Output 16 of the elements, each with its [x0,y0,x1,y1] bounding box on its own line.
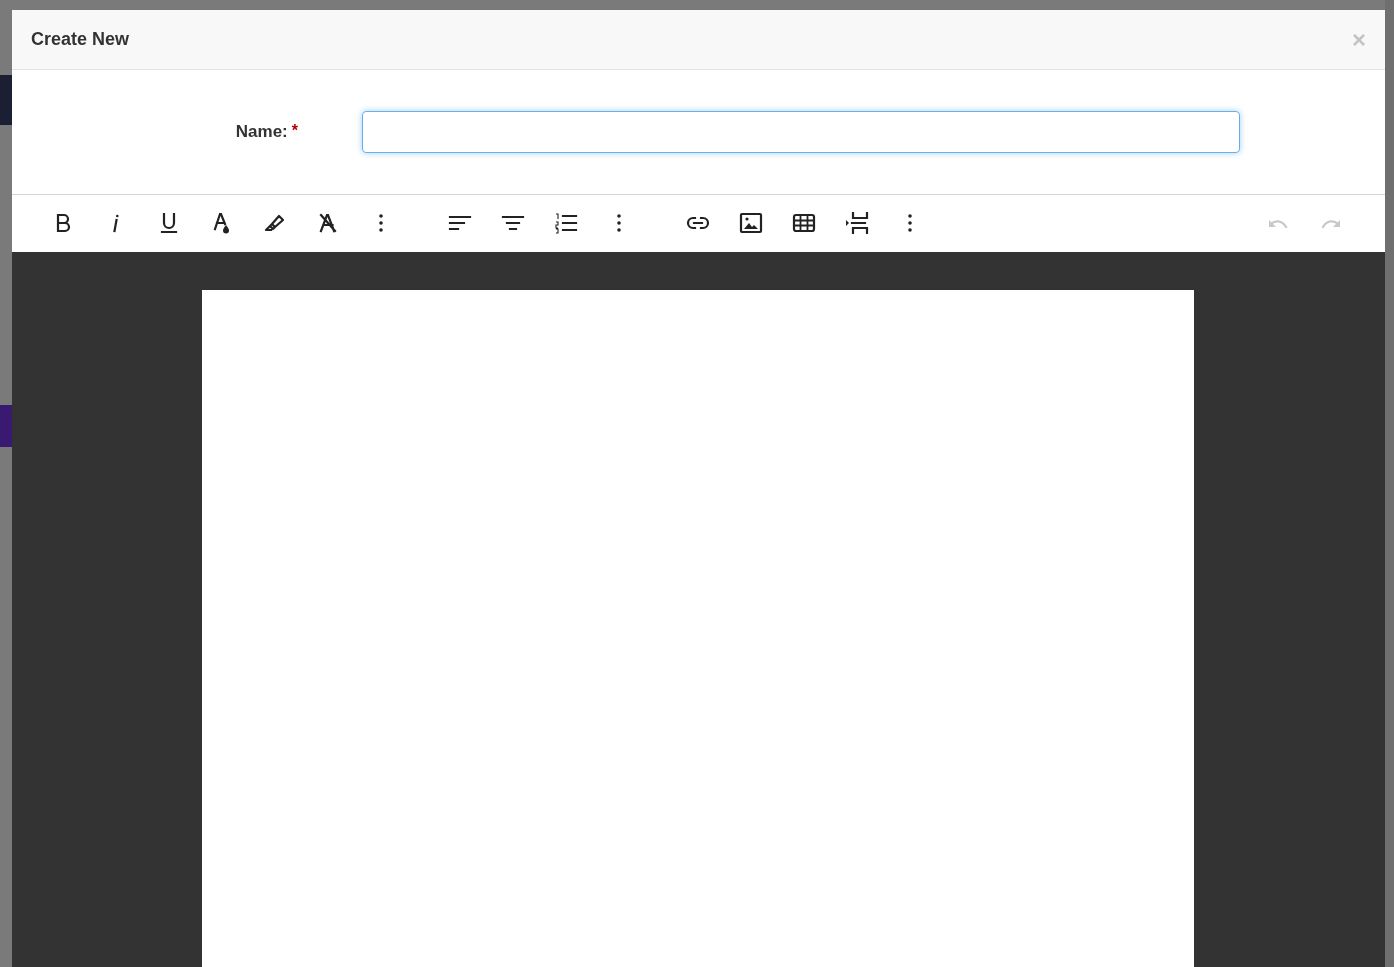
menu-item-strip [0,405,12,447]
more-icon [378,214,383,233]
more-icon [907,214,912,233]
name-label: Name: [235,121,288,144]
image-icon [738,211,763,236]
numbered-list-icon [553,211,578,236]
required-mark: * [291,121,298,142]
italic-icon [112,214,119,233]
close-button[interactable]: × [1352,27,1366,52]
more-icon [616,214,621,233]
nav-bar-strip [0,75,12,125]
name-input[interactable] [362,110,1240,153]
undo-icon [1267,218,1288,228]
page-break-icon [844,211,869,236]
redo-icon [1320,218,1341,228]
dialog-title: Create New [31,28,130,51]
